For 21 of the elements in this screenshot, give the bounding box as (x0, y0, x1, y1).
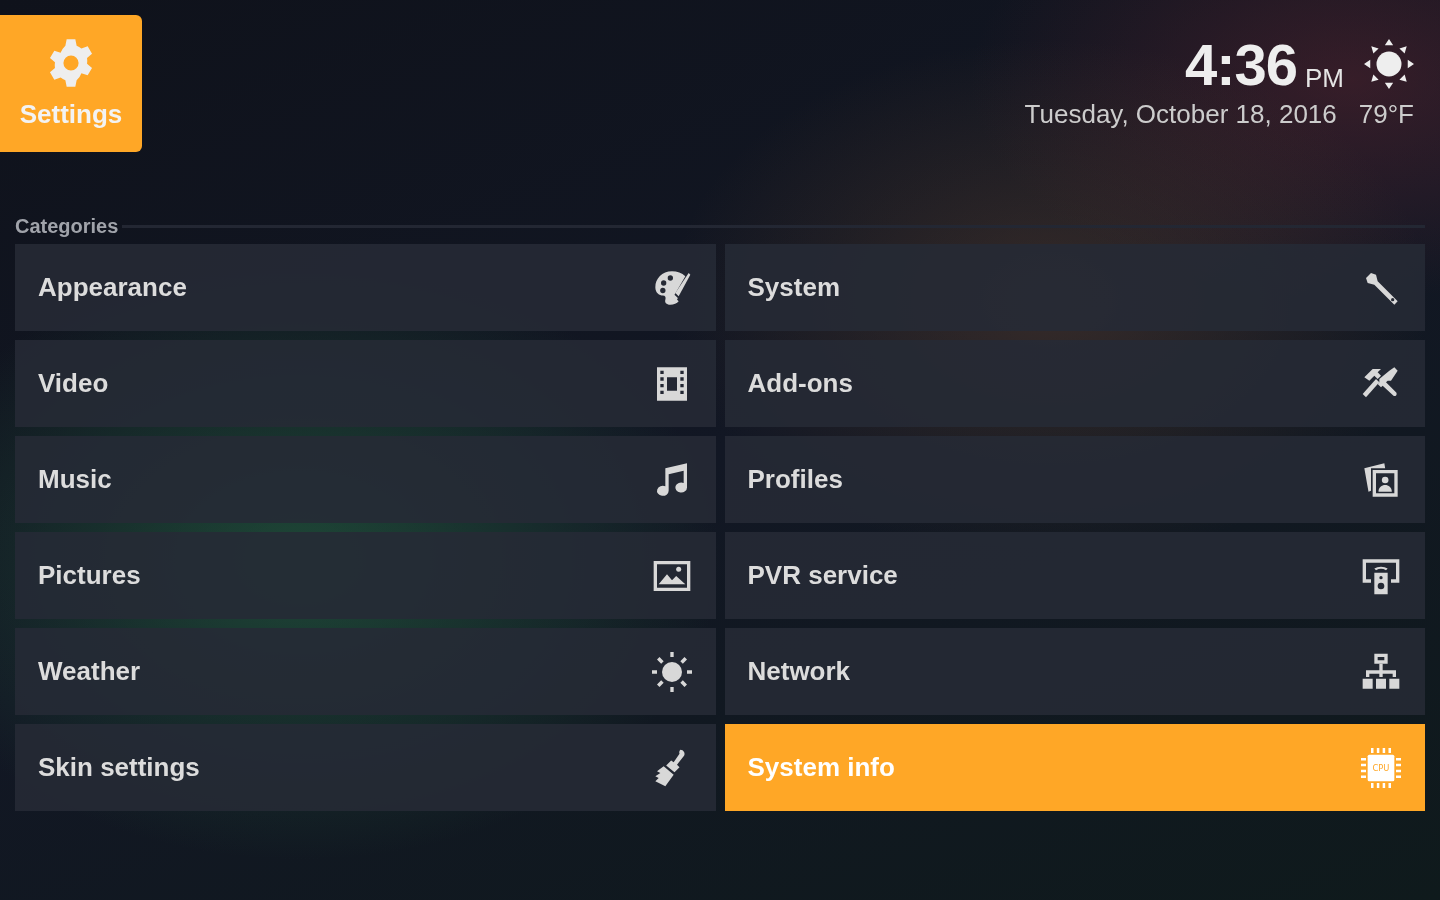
category-tile[interactable]: Weather (15, 628, 716, 715)
date-text: Tuesday, October 18, 2016 (1024, 99, 1337, 130)
chip-icon: CPU (1361, 747, 1401, 788)
category-tile[interactable]: System (724, 244, 1425, 331)
category-tile[interactable]: Skin settings (15, 724, 716, 811)
settings-title: Settings (19, 99, 123, 130)
clock-meridiem: PM (1305, 63, 1344, 93)
category-tile[interactable]: Music (15, 436, 716, 523)
category-tile[interactable]: Video (15, 340, 716, 427)
section-label: Categories (15, 215, 119, 238)
category-tile[interactable]: Profiles (724, 436, 1425, 523)
category-tile[interactable]: Appearance (15, 244, 716, 331)
category-tile[interactable]: PVR service (724, 532, 1425, 619)
clock-time: 4:36 (1184, 37, 1297, 93)
temperature-text: 79°F (1358, 99, 1414, 130)
sun-icon (1364, 39, 1414, 89)
network-icon (1361, 651, 1401, 692)
category-tile[interactable]: Add-ons (724, 340, 1425, 427)
sun-icon (651, 651, 692, 692)
category-tile[interactable]: Pictures (15, 532, 716, 619)
category-tile[interactable]: Network (724, 628, 1425, 715)
